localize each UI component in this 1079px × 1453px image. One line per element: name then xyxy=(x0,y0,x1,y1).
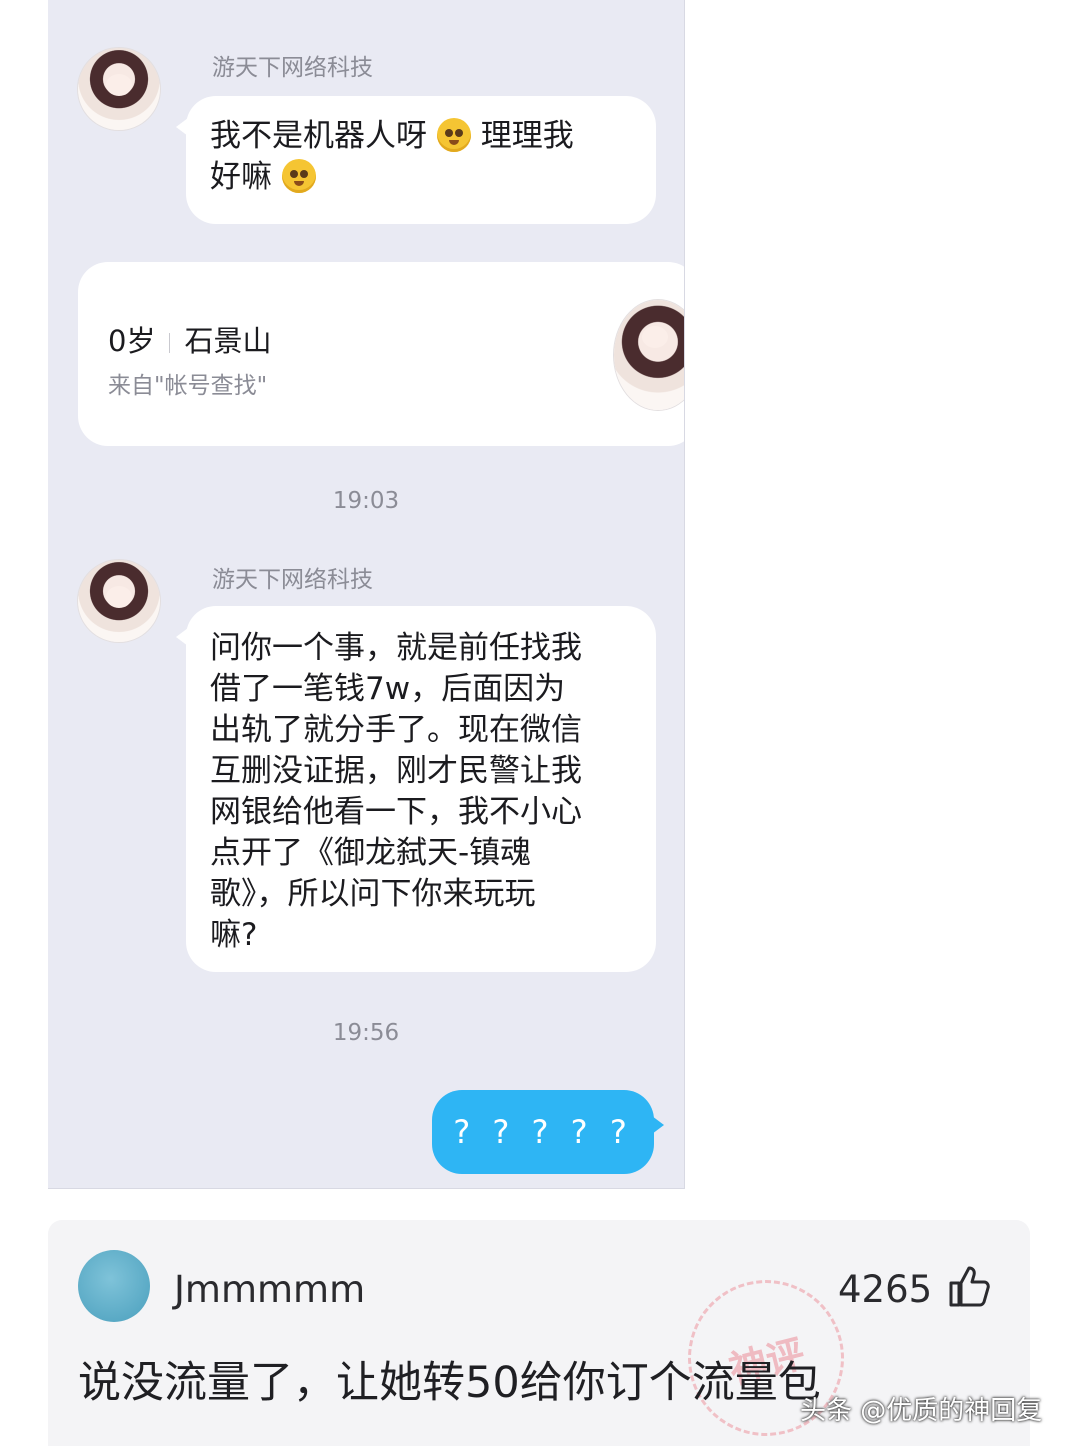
message-text: 我不是机器人呀 xyxy=(210,118,427,154)
thumbs-up-icon[interactable] xyxy=(948,1264,990,1308)
commenter-username[interactable]: Jmmmmm xyxy=(174,1268,365,1311)
outgoing-message-bubble[interactable]: ? ? ? ? ? xyxy=(432,1090,664,1174)
watermark: 头条 @优质的神回复 xyxy=(800,1396,1043,1426)
card-source: 来自"帐号查找" xyxy=(108,373,268,399)
message-text: 好嘛 xyxy=(210,159,272,195)
timestamp: 19:03 xyxy=(332,488,400,514)
crying-face-emoji-icon xyxy=(281,159,316,193)
pleading-face-emoji-icon xyxy=(436,118,471,152)
message-line: 嘛? xyxy=(210,917,258,953)
message-line: 网银给他看一下，我不小心 xyxy=(210,794,582,830)
message-line: 互删没证据，刚才民警让我 xyxy=(210,753,582,789)
comment-text: 说没流量了，让她转50给你订个流量包 xyxy=(78,1358,821,1408)
message-bubble[interactable]: 问你一个事，就是前任找我 借了一笔钱7w，后面因为 出轨了就分手了。现在微信 互… xyxy=(176,606,656,972)
chat-panel: 游天下网络科技 我不是机器人呀 理理我 好嘛 0岁 石景山 来自"帐号查找" 19… xyxy=(48,0,685,1189)
card-age: 0岁 xyxy=(108,324,156,358)
sender-name: 游天下网络科技 xyxy=(212,55,373,81)
card-location: 石景山 xyxy=(184,324,272,358)
like-count: 4265 xyxy=(838,1268,933,1311)
message-text: 理理我 xyxy=(480,118,574,154)
message-line: 问你一个事，就是前任找我 xyxy=(210,630,582,666)
timestamp: 19:56 xyxy=(332,1020,400,1046)
contact-avatar[interactable] xyxy=(78,560,160,642)
card-info: 0岁 石景山 xyxy=(108,318,271,360)
message-line: 借了一笔钱7w，后面因为 xyxy=(210,671,566,707)
contact-card[interactable]: 0岁 石景山 来自"帐号查找" xyxy=(78,262,684,446)
message-bubble[interactable]: 我不是机器人呀 理理我 好嘛 xyxy=(176,96,656,224)
sender-name: 游天下网络科技 xyxy=(212,567,373,593)
message-line: 出轨了就分手了。现在微信 xyxy=(210,712,582,748)
message-line: 点开了《御龙弑天-镇魂 xyxy=(210,835,532,871)
message-line: 歌》，所以问下你来玩玩 xyxy=(210,876,536,912)
commenter-avatar[interactable] xyxy=(78,1250,150,1322)
contact-avatar[interactable] xyxy=(78,48,160,130)
